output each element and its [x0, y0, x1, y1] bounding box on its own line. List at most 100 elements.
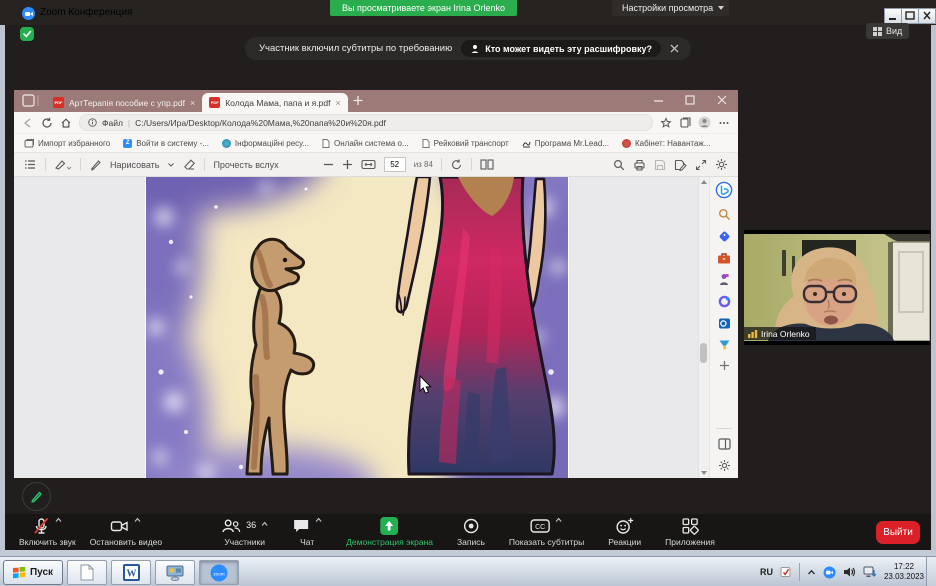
security-shield-icon[interactable] — [20, 27, 34, 41]
sidebar-toggle-icon[interactable] — [718, 438, 731, 450]
who-can-see-transcript-button[interactable]: Кто может видеть эту расшифровку? — [461, 40, 661, 57]
tray-divider — [799, 563, 800, 581]
bookmark-star-icon[interactable] — [660, 117, 672, 129]
bookmark-import[interactable]: Импорт избранного — [24, 139, 110, 148]
chat-button[interactable]: Чат — [292, 517, 322, 547]
view-button[interactable]: Вид — [866, 23, 909, 39]
tab-koloda-pdf[interactable]: PDF Колода Мама, папа и я.pdf × — [202, 93, 348, 112]
settings-gear-icon[interactable] — [715, 158, 728, 171]
search-icon[interactable] — [613, 159, 625, 171]
share-screen-button[interactable]: Демонстрация экрана — [346, 517, 433, 547]
bookmark-info-resources[interactable]: Інформаційні ресу... — [222, 139, 309, 148]
refresh-icon[interactable] — [41, 117, 53, 129]
apps-button[interactable]: Приложения — [665, 517, 715, 547]
tools-icon[interactable] — [717, 252, 731, 264]
draw-label[interactable]: Нарисовать — [110, 160, 159, 170]
taskbar-word-app[interactable]: W — [111, 560, 151, 585]
eraser-icon[interactable] — [183, 158, 196, 171]
zoom-in-icon[interactable] — [342, 159, 353, 170]
sidebar-search-icon[interactable] — [718, 208, 731, 221]
show-desktop-button[interactable] — [926, 557, 936, 586]
bing-discover-icon[interactable] — [715, 181, 733, 199]
start-button[interactable]: Пуск — [3, 560, 63, 585]
info-icon[interactable] — [88, 118, 97, 127]
network-icon[interactable] — [863, 566, 877, 578]
more-menu-icon[interactable] — [718, 117, 730, 129]
pdf-scrollbar[interactable] — [698, 177, 709, 478]
print-icon[interactable] — [633, 159, 646, 171]
unmute-button[interactable]: Включить звук — [19, 517, 76, 547]
highlighter-icon[interactable] — [54, 158, 72, 171]
browser-window-controls[interactable] — [642, 91, 732, 110]
collections-icon[interactable] — [679, 117, 691, 129]
sidebar-add-icon[interactable] — [719, 360, 730, 371]
language-indicator[interactable]: RU — [760, 567, 773, 577]
page-number-input[interactable] — [384, 157, 406, 172]
home-icon[interactable] — [60, 117, 72, 129]
bookmark-mrlead[interactable]: Програма Mr.Lead... — [522, 139, 609, 148]
back-icon[interactable] — [22, 117, 34, 129]
close-tab-icon[interactable]: × — [190, 98, 195, 108]
fullscreen-icon[interactable] — [695, 159, 707, 171]
scroll-up-icon[interactable] — [701, 180, 707, 184]
participants-count: 36 — [246, 520, 256, 530]
bookmark-online-system[interactable]: Онлайн система о... — [322, 139, 409, 148]
rotate-icon[interactable] — [450, 158, 463, 171]
record-button[interactable]: Запись — [457, 517, 485, 547]
taskbar-clock[interactable]: 17:22 23.03.2023 — [884, 562, 924, 582]
address-bar[interactable]: Файл | C:/Users/Ира/Desktop/Колода%20Мам… — [79, 114, 653, 131]
tray-zoom-icon[interactable] — [823, 566, 836, 579]
save-as-icon[interactable] — [674, 159, 687, 171]
chevron-down-icon[interactable] — [167, 162, 175, 168]
taskbar-display-app[interactable] — [155, 560, 195, 585]
sidebar-settings-icon[interactable] — [718, 459, 731, 472]
chevron-up-icon[interactable] — [261, 521, 268, 527]
reactions-button[interactable]: Реакции — [608, 517, 641, 547]
browser-navbar: Файл | C:/Users/Ира/Desktop/Колода%20Мам… — [14, 112, 738, 133]
draw-pen-icon[interactable] — [89, 158, 102, 171]
read-aloud-label[interactable]: Прочесть вслух — [213, 160, 278, 170]
close-notice-icon[interactable] — [670, 44, 679, 53]
bookmark-cabinet[interactable]: Кабінет: Навантаж... — [622, 139, 710, 148]
chevron-up-icon[interactable] — [315, 517, 322, 523]
pdf-scrollbar-thumb[interactable] — [700, 343, 707, 363]
save-icon[interactable] — [654, 159, 666, 171]
profile-avatar[interactable] — [698, 116, 711, 129]
annotate-button[interactable] — [22, 482, 51, 511]
ime-icon[interactable] — [780, 566, 792, 578]
volume-icon[interactable] — [843, 566, 856, 578]
page-view-icon[interactable] — [480, 158, 494, 171]
close-button[interactable] — [918, 8, 936, 24]
scroll-down-icon[interactable] — [701, 471, 707, 475]
leave-button[interactable]: Выйти — [876, 521, 920, 544]
show-hidden-icons[interactable] — [807, 568, 816, 577]
games-icon[interactable] — [718, 273, 730, 286]
drop-site-icon[interactable] — [718, 339, 731, 351]
display-settings-icon — [166, 565, 184, 581]
close-tab-icon[interactable]: × — [335, 98, 340, 108]
bookmark-login[interactable]: ZВойти в систему -... — [123, 139, 209, 148]
bookmark-rail-transport[interactable]: Рейковий транспорт — [422, 139, 509, 148]
taskbar-document-app[interactable] — [67, 560, 107, 585]
taskbar-zoom-app[interactable]: zoom — [199, 560, 239, 585]
new-tab-icon[interactable] — [348, 91, 368, 110]
outlook-icon[interactable] — [718, 317, 731, 330]
maximize-button[interactable] — [901, 8, 919, 24]
participant-video[interactable]: Irina Orlenko — [744, 230, 930, 345]
shopping-icon[interactable] — [718, 230, 731, 243]
fit-width-icon[interactable] — [361, 159, 376, 170]
toc-icon[interactable] — [24, 158, 37, 171]
zoom-out-icon[interactable] — [323, 159, 334, 170]
participants-button[interactable]: 36 Участники — [221, 517, 268, 547]
tab-arttherapy-pdf[interactable]: PDF АртТерапія пособие с упр.pdf × — [46, 93, 202, 112]
minimize-button[interactable] — [884, 8, 902, 24]
chevron-up-icon[interactable] — [55, 517, 62, 523]
chevron-up-icon[interactable] — [134, 517, 141, 523]
stop-video-button[interactable]: Остановить видео — [90, 517, 162, 547]
m365-icon[interactable] — [718, 295, 731, 308]
chevron-up-icon[interactable] — [556, 517, 563, 523]
view-settings-dropdown[interactable]: Настройки просмотра — [612, 0, 729, 16]
tab-actions-icon[interactable] — [20, 91, 46, 110]
pdf-viewport[interactable] — [14, 177, 698, 478]
captions-button[interactable]: CC Показать субтитры — [509, 517, 584, 547]
